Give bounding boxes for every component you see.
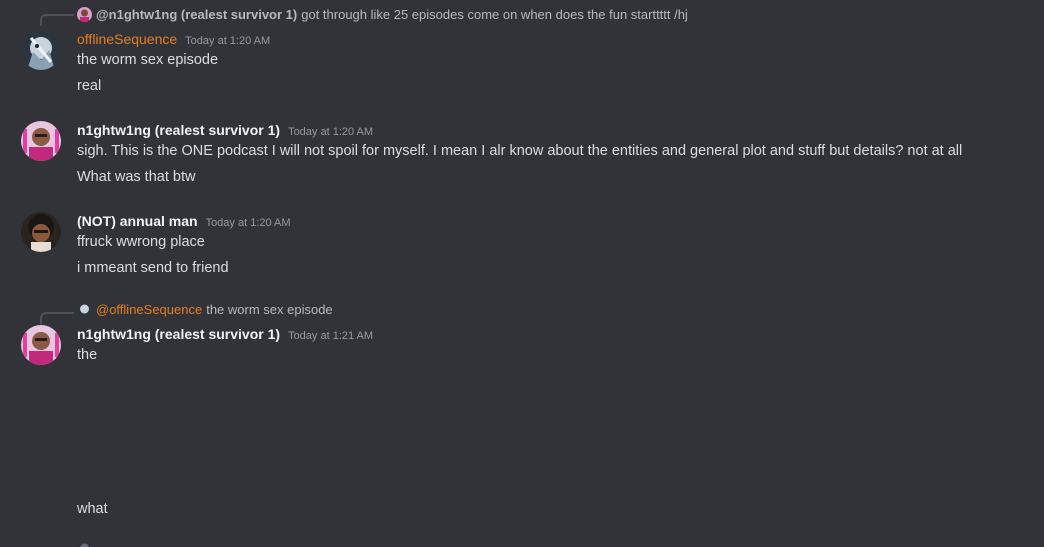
timestamp[interactable]: Today at 1:20 AM bbox=[185, 35, 270, 47]
chat-message-list: @n1ghtw1ng (realest survivor 1) got throu… bbox=[0, 0, 1044, 547]
message-text: sigh. This is the ONE podcast I will not… bbox=[77, 143, 963, 159]
reply-text: got through like 25 episodes come on whe… bbox=[301, 7, 688, 22]
author-name[interactable]: offlineSequence bbox=[77, 31, 177, 47]
reply-author[interactable]: @n1ghtw1ng (realest survivor 1) bbox=[96, 7, 297, 22]
author-name[interactable]: (NOT) annual man bbox=[77, 213, 198, 229]
reply-avatar-icon bbox=[77, 7, 92, 22]
reply-preview[interactable] bbox=[77, 540, 96, 547]
message-header: n1ghtw1ng (realest survivor 1) Today at 1… bbox=[77, 324, 373, 346]
avatar[interactable] bbox=[21, 212, 61, 252]
reply-avatar-icon bbox=[77, 302, 92, 317]
reply-author[interactable]: @offlineSequence bbox=[96, 302, 202, 317]
message-text: the worm sex episode bbox=[77, 52, 219, 68]
avatar[interactable] bbox=[21, 325, 61, 365]
timestamp[interactable]: Today at 1:20 AM bbox=[288, 126, 373, 138]
reply-preview[interactable]: @n1ghtw1ng (realest survivor 1) got throu… bbox=[77, 6, 688, 24]
message-text: What was that btw bbox=[77, 169, 196, 185]
timestamp[interactable]: Today at 1:20 AM bbox=[206, 217, 291, 229]
message-text: real bbox=[77, 78, 102, 94]
message-header: offlineSequence Today at 1:20 AM bbox=[77, 29, 270, 51]
reply-text: the worm sex episode bbox=[206, 302, 333, 317]
message-text: i mmeant send to friend bbox=[77, 260, 229, 276]
message-text: ffruck wwrong place bbox=[77, 234, 205, 250]
reply-avatar-icon bbox=[77, 541, 92, 547]
message-header: (NOT) annual man Today at 1:20 AM bbox=[77, 211, 291, 233]
message-text: the bbox=[77, 347, 98, 363]
reply-preview[interactable]: @offlineSequence the worm sex episode bbox=[77, 301, 333, 319]
message-header: n1ghtw1ng (realest survivor 1) Today at 1… bbox=[77, 120, 373, 142]
avatar[interactable] bbox=[21, 121, 61, 161]
author-name[interactable]: n1ghtw1ng (realest survivor 1) bbox=[77, 326, 280, 342]
author-name[interactable]: n1ghtw1ng (realest survivor 1) bbox=[77, 122, 280, 138]
message-text: what bbox=[77, 501, 108, 517]
timestamp[interactable]: Today at 1:21 AM bbox=[288, 330, 373, 342]
reply-spine bbox=[40, 312, 74, 324]
avatar[interactable] bbox=[21, 30, 61, 70]
reply-spine bbox=[40, 14, 74, 26]
